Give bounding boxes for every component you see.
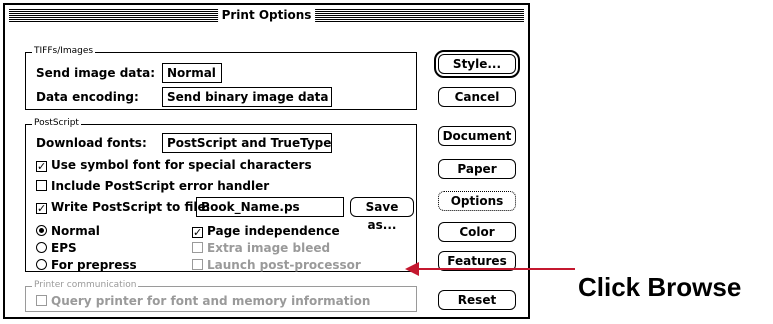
query-printer-checkbox xyxy=(36,295,47,306)
tiffs-group-label: TIFFs/Images xyxy=(32,46,96,57)
style-button[interactable]: Style... xyxy=(434,50,520,78)
query-printer-option: Query printer for font and memory inform… xyxy=(36,293,370,309)
error-handler-option[interactable]: Include PostScript error handler xyxy=(36,178,269,194)
printer-communication-group: Printer communication Query printer for … xyxy=(25,280,417,312)
window-title: Print Options xyxy=(217,8,316,23)
save-as-button[interactable]: Save as... xyxy=(350,197,414,232)
printer-group-label: Printer communication xyxy=(32,280,139,291)
radio-normal[interactable] xyxy=(36,225,47,236)
callout-arrowhead-icon xyxy=(405,262,419,276)
radio-eps-label: EPS xyxy=(51,241,77,255)
radio-normal-option[interactable]: Normal xyxy=(36,223,100,239)
color-button[interactable]: Color xyxy=(438,222,516,242)
symbol-font-option[interactable]: ✓ Use symbol font for special characters xyxy=(36,157,312,173)
symbol-font-label: Use symbol font for special characters xyxy=(51,158,312,172)
page-independence-checkbox[interactable]: ✓ xyxy=(192,227,203,238)
callout-arrow-line xyxy=(415,268,575,270)
page-independence-label: Page independence xyxy=(207,224,340,238)
extra-bleed-label: Extra image bleed xyxy=(207,241,331,255)
radio-prepress-option[interactable]: For prepress xyxy=(36,257,137,273)
post-processor-checkbox xyxy=(192,259,203,270)
error-handler-checkbox[interactable] xyxy=(36,180,47,191)
document-button[interactable]: Document xyxy=(438,126,516,146)
symbol-font-checkbox[interactable]: ✓ xyxy=(36,161,47,172)
write-ps-option[interactable]: ✓ Write PostScript to file: xyxy=(36,199,210,215)
radio-prepress[interactable] xyxy=(36,259,47,270)
options-button[interactable]: Options xyxy=(438,191,516,211)
cancel-button[interactable]: Cancel xyxy=(438,87,516,107)
write-ps-checkbox[interactable]: ✓ xyxy=(36,203,47,214)
write-ps-label: Write PostScript to file: xyxy=(51,200,211,214)
post-processor-option: Launch post-processor xyxy=(192,257,361,273)
radio-eps[interactable] xyxy=(36,242,47,253)
postscript-group-label: PostScript xyxy=(32,118,81,129)
download-fonts-popup[interactable]: PostScript and TrueType xyxy=(162,133,332,153)
print-options-dialog: Print Options TIFFs/Images Send image da… xyxy=(3,3,530,319)
data-encoding-label: Data encoding: xyxy=(36,90,139,104)
query-printer-label: Query printer for font and memory inform… xyxy=(51,294,371,308)
extra-bleed-option: Extra image bleed xyxy=(192,240,330,256)
post-processor-label: Launch post-processor xyxy=(207,258,361,272)
callout-text: Click Browse xyxy=(578,272,742,302)
radio-normal-label: Normal xyxy=(51,224,100,238)
radio-prepress-label: For prepress xyxy=(51,258,137,272)
postscript-group: PostScript Download fonts: PostScript an… xyxy=(25,118,417,273)
extra-bleed-checkbox xyxy=(192,242,203,253)
send-image-label: Send image data: xyxy=(36,66,156,80)
error-handler-label: Include PostScript error handler xyxy=(51,179,270,193)
title-bar[interactable]: Print Options xyxy=(9,8,524,23)
data-encoding-popup[interactable]: Send binary image data xyxy=(162,87,332,107)
ps-file-name-field[interactable]: Book_Name.ps xyxy=(196,197,344,217)
download-fonts-label: Download fonts: xyxy=(36,136,147,150)
send-image-popup[interactable]: Normal xyxy=(162,63,222,83)
reset-button[interactable]: Reset xyxy=(438,290,516,310)
page-independence-option[interactable]: ✓ Page independence xyxy=(192,223,340,239)
paper-button[interactable]: Paper xyxy=(438,159,516,179)
radio-eps-option[interactable]: EPS xyxy=(36,240,77,256)
tiffs-images-group: TIFFs/Images Send image data: Normal Dat… xyxy=(25,46,417,110)
